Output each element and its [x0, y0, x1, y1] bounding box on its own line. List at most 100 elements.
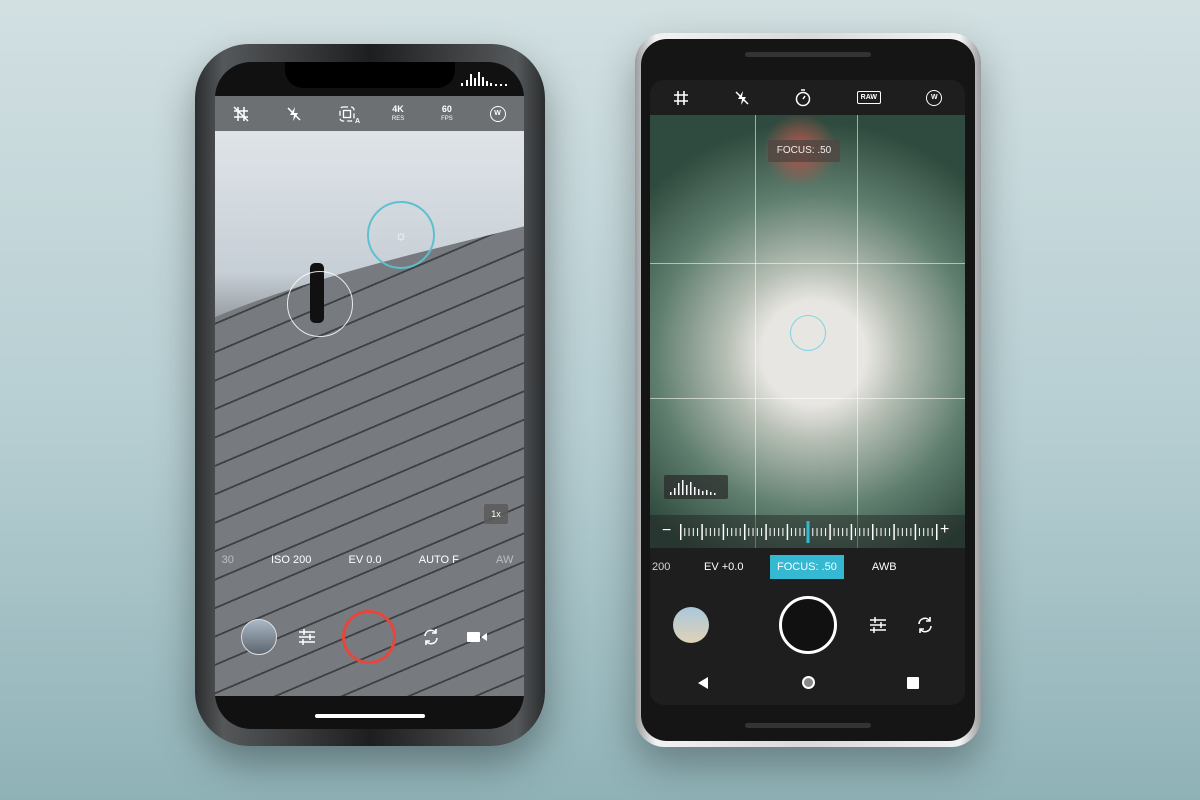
- fps-button[interactable]: 60 FPS: [441, 104, 453, 124]
- slider-tick: [731, 528, 733, 536]
- mode-wb[interactable]: AWB: [872, 561, 897, 573]
- slider-tick: [701, 524, 703, 540]
- sun-icon: ☼: [394, 227, 408, 243]
- slider-tick: [914, 524, 917, 540]
- grid-icon[interactable]: [673, 90, 689, 106]
- android-screen: RAW W FOCUS: .50 − + 200 EV +0.0 FOCUS: …: [650, 80, 965, 705]
- slider-tick: [837, 528, 839, 536]
- slider-tick: [765, 524, 767, 540]
- slider-tick: [833, 528, 835, 536]
- exposure-ring[interactable]: ☼: [367, 201, 435, 269]
- adjust-icon[interactable]: [298, 628, 316, 646]
- slider-tick: [786, 524, 789, 540]
- slider-tick: [722, 524, 725, 540]
- slider-tick: [692, 528, 694, 536]
- slider-tick: [846, 528, 848, 536]
- slider-tick: [897, 528, 899, 536]
- settings-strip: 30 ISO 200 EV 0.0 AUTO F AW: [215, 540, 524, 580]
- android-nav-bar: [650, 660, 965, 705]
- slider-tick: [927, 528, 929, 536]
- slider-tick: [906, 528, 908, 536]
- mode-wb[interactable]: AW: [496, 554, 513, 566]
- auto-label: A: [355, 117, 361, 125]
- recents-icon[interactable]: [907, 676, 919, 689]
- histogram-icon: [461, 72, 511, 86]
- slider-tick: [773, 528, 775, 536]
- slider-ticks: [680, 521, 938, 543]
- resolution-button[interactable]: 4K RES: [392, 104, 404, 124]
- slider-tick: [752, 528, 754, 536]
- mode-ev[interactable]: EV 0.0: [349, 554, 382, 566]
- grid-off-icon[interactable]: [233, 105, 249, 122]
- speaker-grille-bottom: [745, 723, 871, 728]
- slider-tick: [863, 528, 865, 536]
- iphone-screen: A 4K RES 60 FPS W ☼ 1x 30 ISO 200 EV 0.0 A…: [215, 62, 524, 729]
- raw-button[interactable]: RAW: [856, 91, 881, 104]
- flash-off-icon[interactable]: [734, 90, 750, 106]
- mode-ev[interactable]: EV +0.0: [704, 561, 770, 573]
- grid-line: [857, 115, 858, 548]
- slider-tick: [842, 528, 844, 536]
- top-toolbar: A 4K RES 60 FPS W: [215, 96, 524, 131]
- slider-tick: [893, 524, 895, 540]
- slider-tick: [739, 528, 741, 536]
- slider-minus-button[interactable]: −: [662, 522, 671, 540]
- slider-tick: [872, 524, 874, 540]
- slider-tick: [795, 528, 797, 536]
- settings-strip: 200 EV +0.0 FOCUS: .50 AWB: [650, 548, 965, 585]
- home-indicator[interactable]: [315, 714, 425, 718]
- mode-iso[interactable]: 200: [652, 561, 704, 573]
- gallery-thumbnail[interactable]: [673, 607, 709, 643]
- slider-tick: [816, 528, 818, 536]
- home-icon[interactable]: [802, 676, 815, 689]
- focus-tooltip-text: FOCUS: .50: [776, 145, 832, 156]
- mode-iso[interactable]: ISO 200: [271, 554, 311, 566]
- fps-value: 60: [441, 103, 452, 114]
- auto-focus-icon[interactable]: A: [339, 105, 360, 125]
- slider-tick: [880, 528, 882, 536]
- slider-tick: [735, 528, 737, 536]
- slider-tick: [820, 528, 822, 536]
- slider-tick: [790, 528, 792, 536]
- slider-plus-button[interactable]: +: [940, 521, 949, 539]
- zoom-button[interactable]: 1x: [484, 504, 508, 524]
- timer-icon[interactable]: [795, 88, 811, 107]
- mode-focus-active[interactable]: FOCUS: .50: [770, 554, 844, 579]
- slider-tick: [748, 528, 750, 536]
- focus-ring[interactable]: [790, 315, 826, 351]
- focus-ring[interactable]: [287, 271, 353, 337]
- switch-camera-icon[interactable]: [916, 616, 934, 634]
- grid-line: [650, 398, 965, 399]
- shutter-button[interactable]: [779, 596, 837, 654]
- shutter-button[interactable]: [342, 610, 396, 664]
- back-icon[interactable]: [696, 676, 710, 690]
- fps-label: FPS: [441, 115, 453, 122]
- slider-tick: [829, 524, 831, 540]
- slider-tick: [778, 528, 780, 536]
- adjust-icon[interactable]: [869, 616, 887, 634]
- notch: [285, 62, 455, 88]
- slider-tick: [812, 528, 814, 536]
- slider-tick: [799, 528, 801, 536]
- white-balance-button[interactable]: W: [926, 89, 943, 106]
- camera-viewfinder[interactable]: FOCUS: .50 − +: [650, 115, 965, 548]
- slider-tick: [684, 528, 686, 536]
- white-balance-label: W: [494, 109, 501, 117]
- slider-tick: [744, 524, 746, 540]
- switch-camera-icon[interactable]: [422, 628, 440, 646]
- slider-tick: [923, 528, 925, 536]
- slider-tick: [901, 528, 903, 536]
- video-camera-icon[interactable]: [467, 630, 487, 644]
- focus-slider[interactable]: − +: [650, 515, 965, 548]
- slider-tick: [884, 528, 886, 536]
- gallery-thumbnail[interactable]: [241, 619, 277, 655]
- mode-shutter[interactable]: 30: [222, 554, 234, 566]
- grid-line: [755, 115, 756, 548]
- slider-tick: [859, 528, 861, 536]
- slider-tick: [825, 528, 827, 536]
- slider-thumb[interactable]: [806, 521, 810, 543]
- flash-off-icon[interactable]: [286, 106, 302, 122]
- slider-tick: [889, 528, 891, 536]
- white-balance-button[interactable]: W: [489, 105, 506, 122]
- mode-focus[interactable]: AUTO F: [419, 554, 459, 566]
